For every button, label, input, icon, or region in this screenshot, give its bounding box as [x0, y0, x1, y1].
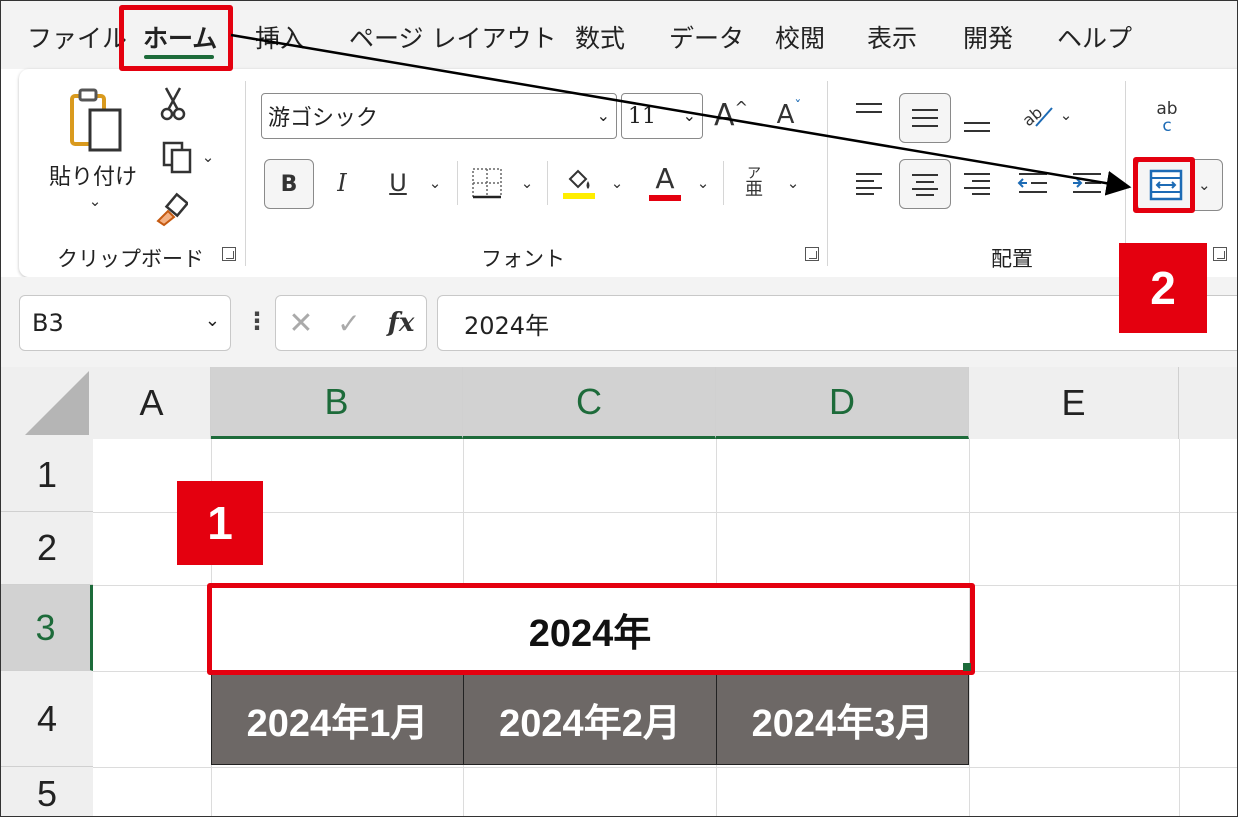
- pointer-arrow: [230, 33, 1132, 196]
- arrow-line: [230, 33, 1132, 196]
- screenshot-frame: ファイル ホーム 挿入 ページ レイアウト 数式 データ 校閲 表示 開発 ヘル…: [0, 0, 1238, 817]
